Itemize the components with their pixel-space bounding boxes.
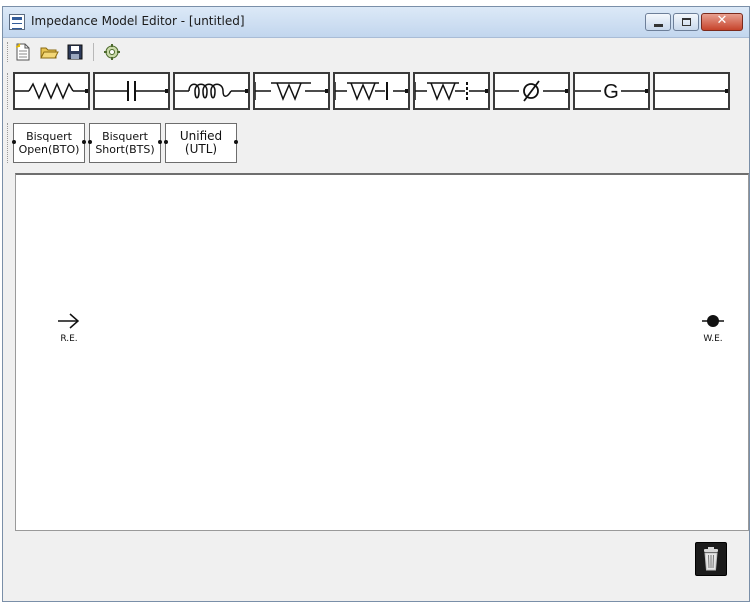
terminal-dot bbox=[12, 140, 16, 144]
unified-utl-button[interactable]: Unified (UTL) bbox=[164, 123, 238, 163]
gerischer-icon: G bbox=[575, 81, 648, 103]
terminal-dot-icon bbox=[702, 315, 724, 327]
open-folder-icon[interactable] bbox=[39, 42, 59, 62]
bisquert-open-button[interactable]: Bisquert Open(BTO) bbox=[12, 123, 86, 163]
inductor-icon bbox=[175, 83, 248, 99]
working-electrode-label: W.E. bbox=[703, 334, 723, 344]
minimize-button[interactable] bbox=[645, 13, 671, 31]
gerischer-button[interactable]: G bbox=[573, 72, 650, 110]
component-toolbar-grip[interactable] bbox=[7, 73, 10, 109]
model-toolbar-grip[interactable] bbox=[7, 123, 10, 163]
toolbar-grip[interactable] bbox=[7, 42, 10, 62]
working-electrode[interactable]: W.E. bbox=[700, 311, 726, 344]
toolbar-separator bbox=[93, 43, 94, 61]
terminal-dot bbox=[158, 140, 162, 144]
bisquert-open-label: Bisquert Open(BTO) bbox=[18, 130, 80, 156]
minimize-icon bbox=[654, 24, 663, 27]
trash-button[interactable] bbox=[695, 542, 727, 576]
app-window: Impedance Model Editor - [untitled] ✕ G … bbox=[2, 6, 750, 602]
wire-button[interactable] bbox=[653, 72, 730, 110]
maximize-button[interactable] bbox=[673, 13, 699, 31]
bisquert-short-button[interactable]: Bisquert Short(BTS) bbox=[88, 123, 162, 163]
resistor-icon bbox=[15, 82, 88, 100]
main-toolbar bbox=[3, 38, 749, 66]
close-button[interactable]: ✕ bbox=[701, 13, 743, 31]
app-icon bbox=[9, 14, 25, 30]
reference-electrode-label: R.E. bbox=[60, 334, 78, 344]
window-title: Impedance Model Editor - [untitled] bbox=[31, 14, 245, 28]
warburg-icon bbox=[255, 82, 328, 102]
capacitor-icon bbox=[95, 81, 168, 101]
warburg-short-button[interactable] bbox=[413, 72, 490, 110]
cpe-button[interactable] bbox=[493, 72, 570, 110]
warburg-open-icon bbox=[335, 82, 408, 102]
warburg-button[interactable] bbox=[253, 72, 330, 110]
gerischer-label: G bbox=[603, 81, 619, 103]
title-bar[interactable]: Impedance Model Editor - [untitled] ✕ bbox=[3, 7, 749, 38]
close-icon: ✕ bbox=[716, 13, 728, 28]
terminal-dot bbox=[234, 140, 238, 144]
save-disk-icon[interactable] bbox=[65, 42, 85, 62]
arrow-right-icon bbox=[58, 313, 80, 329]
model-toolbar: Bisquert Open(BTO) Bisquert Short(BTS) U… bbox=[3, 119, 749, 167]
terminal-dot bbox=[88, 140, 92, 144]
circuit-canvas[interactable]: R.E. W.E. bbox=[15, 173, 749, 531]
component-toolbar: G bbox=[3, 69, 749, 113]
trash-can-icon bbox=[704, 547, 718, 571]
maximize-icon bbox=[682, 18, 691, 26]
terminal-dot bbox=[82, 140, 86, 144]
wire-icon bbox=[655, 89, 728, 93]
unified-utl-label: Unified (UTL) bbox=[179, 129, 223, 156]
inductor-button[interactable] bbox=[173, 72, 250, 110]
settings-icon[interactable] bbox=[102, 42, 122, 62]
warburg-short-icon bbox=[415, 82, 488, 102]
warburg-open-button[interactable] bbox=[333, 72, 410, 110]
capacitor-button[interactable] bbox=[93, 72, 170, 110]
resistor-button[interactable] bbox=[13, 72, 90, 110]
terminal-dot bbox=[164, 140, 168, 144]
cpe-icon bbox=[495, 80, 568, 102]
window-controls: ✕ bbox=[645, 13, 743, 31]
reference-electrode[interactable]: R.E. bbox=[56, 311, 82, 344]
bisquert-short-label: Bisquert Short(BTS) bbox=[95, 130, 155, 156]
new-file-icon[interactable] bbox=[13, 42, 33, 62]
